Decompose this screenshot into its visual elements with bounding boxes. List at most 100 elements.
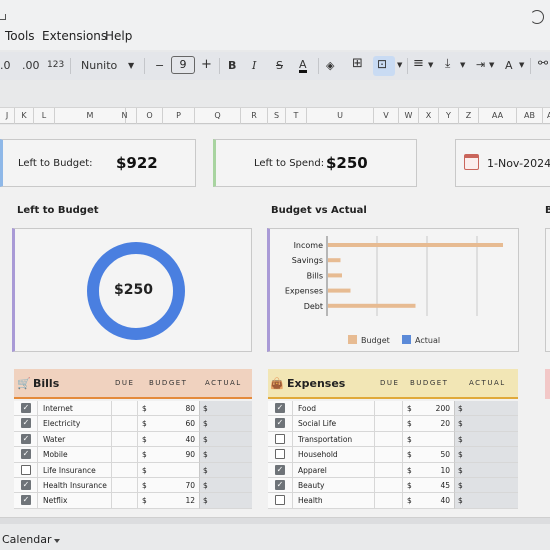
due-cell[interactable] <box>374 462 402 478</box>
text-color-button[interactable]: A <box>299 59 307 73</box>
actual-cell[interactable]: $ <box>199 447 252 463</box>
column-header[interactable]: L <box>34 108 55 124</box>
actual-cell[interactable]: $ <box>454 447 518 463</box>
item-name[interactable]: Water <box>38 431 111 448</box>
column-header[interactable]: AA <box>479 108 517 124</box>
horizontal-align-icon[interactable]: ≡ <box>413 56 424 71</box>
item-name[interactable]: Internet <box>38 401 111 417</box>
decrease-decimal-button[interactable]: .0 <box>0 59 11 72</box>
checkbox[interactable] <box>21 464 31 475</box>
column-header[interactable]: Q <box>195 108 241 124</box>
budget-cell[interactable]: $60 <box>137 416 199 432</box>
font-select[interactable]: Nunito <box>81 59 117 72</box>
checkbox[interactable] <box>275 495 285 506</box>
increase-decimal-button[interactable]: .00 <box>22 59 40 72</box>
font-size-input[interactable]: 9 <box>171 56 195 74</box>
item-name[interactable]: Food <box>293 401 374 417</box>
column-header[interactable]: X <box>419 108 439 124</box>
item-name[interactable]: Social Life <box>293 416 374 432</box>
budget-cell[interactable]: $50 <box>402 447 454 463</box>
due-cell[interactable] <box>374 401 402 417</box>
due-cell[interactable] <box>374 478 402 494</box>
version-history-icon[interactable] <box>530 10 544 24</box>
due-cell[interactable] <box>374 416 402 432</box>
checkbox[interactable]: ✓ <box>21 495 31 506</box>
item-name[interactable]: Health <box>293 493 374 509</box>
item-name[interactable]: Netflix <box>38 493 111 509</box>
column-header[interactable]: S <box>268 108 286 124</box>
column-header[interactable]: J <box>0 108 15 124</box>
budget-cell[interactable]: $80 <box>137 401 199 417</box>
checkbox[interactable]: ✓ <box>275 464 285 475</box>
checkbox[interactable]: ✓ <box>21 418 31 429</box>
chevron-down-icon[interactable]: ▼ <box>489 61 494 69</box>
chevron-down-icon[interactable] <box>54 539 60 543</box>
vertical-align-icon[interactable]: ⤓ <box>445 56 450 71</box>
number-format-button[interactable]: 123 <box>47 60 64 70</box>
due-cell[interactable] <box>374 493 402 509</box>
column-header[interactable]: Y <box>439 108 459 124</box>
sheet-tab-calendar[interactable]: Calendar <box>2 533 51 546</box>
chevron-down-icon[interactable]: ▼ <box>128 61 134 70</box>
item-name[interactable]: Electricity <box>38 416 111 432</box>
menu-extensions[interactable]: Extensions <box>42 29 107 43</box>
chevron-down-icon[interactable]: ▼ <box>397 61 402 69</box>
column-header[interactable]: O <box>137 108 163 124</box>
due-cell[interactable] <box>374 447 402 463</box>
budget-cell[interactable]: $40 <box>137 431 199 448</box>
checkbox[interactable] <box>275 433 285 444</box>
chevron-down-icon[interactable]: ▼ <box>519 61 524 69</box>
item-name[interactable]: Household <box>293 447 374 463</box>
chevron-down-icon[interactable]: ▼ <box>460 61 465 69</box>
due-cell[interactable] <box>111 493 137 509</box>
checkbox[interactable]: ✓ <box>275 418 285 429</box>
due-cell[interactable] <box>374 431 402 448</box>
item-name[interactable]: Apparel <box>293 462 374 478</box>
item-name[interactable]: Beauty <box>293 478 374 494</box>
column-header[interactable]: K <box>15 108 34 124</box>
bold-button[interactable]: B <box>228 59 236 72</box>
budget-cell[interactable]: $90 <box>137 447 199 463</box>
actual-cell[interactable]: $ <box>199 416 252 432</box>
actual-cell[interactable]: $ <box>454 462 518 478</box>
checkbox[interactable] <box>275 449 285 460</box>
actual-cell[interactable]: $ <box>199 493 252 509</box>
item-name[interactable]: Mobile <box>38 447 111 463</box>
item-name[interactable]: Transportation <box>293 431 374 448</box>
column-header[interactable]: Z <box>459 108 479 124</box>
budget-cell[interactable]: $45 <box>402 478 454 494</box>
checkbox[interactable]: ✓ <box>275 403 285 413</box>
column-header[interactable]: W <box>399 108 419 124</box>
due-cell[interactable] <box>111 447 137 463</box>
checkbox[interactable]: ✓ <box>21 403 31 413</box>
due-cell[interactable] <box>111 462 137 478</box>
due-cell[interactable] <box>111 401 137 417</box>
actual-cell[interactable]: $ <box>199 462 252 478</box>
column-header[interactable]: N <box>113 108 137 124</box>
chevron-down-icon[interactable]: ▼ <box>428 61 433 69</box>
actual-cell[interactable]: $ <box>454 493 518 509</box>
actual-cell[interactable]: $ <box>199 401 252 417</box>
checkbox[interactable]: ✓ <box>21 480 31 490</box>
actual-cell[interactable]: $ <box>199 431 252 448</box>
column-header[interactable]: T <box>286 108 307 124</box>
link-icon[interactable]: ⚯ <box>538 56 548 70</box>
budget-cell[interactable]: $200 <box>402 401 454 417</box>
budget-cell[interactable]: $20 <box>402 416 454 432</box>
budget-cell[interactable]: $70 <box>137 478 199 494</box>
column-header[interactable]: R <box>241 108 268 124</box>
actual-cell[interactable]: $ <box>454 431 518 448</box>
item-name[interactable]: Health Insurance <box>38 478 111 494</box>
checkbox[interactable]: ✓ <box>275 480 285 490</box>
text-rotate-button[interactable]: A <box>505 59 513 72</box>
checkbox[interactable]: ✓ <box>21 449 31 460</box>
strikethrough-button[interactable]: S <box>276 59 283 72</box>
actual-cell[interactable]: $ <box>199 478 252 494</box>
actual-cell[interactable]: $ <box>454 416 518 432</box>
column-header[interactable]: U <box>307 108 374 124</box>
column-header[interactable]: P <box>163 108 195 124</box>
menu-tools[interactable]: Tools <box>5 29 35 43</box>
font-size-increase-button[interactable]: + <box>201 57 212 72</box>
menu-help[interactable]: Help <box>105 29 132 43</box>
checkbox[interactable]: ✓ <box>21 433 31 444</box>
